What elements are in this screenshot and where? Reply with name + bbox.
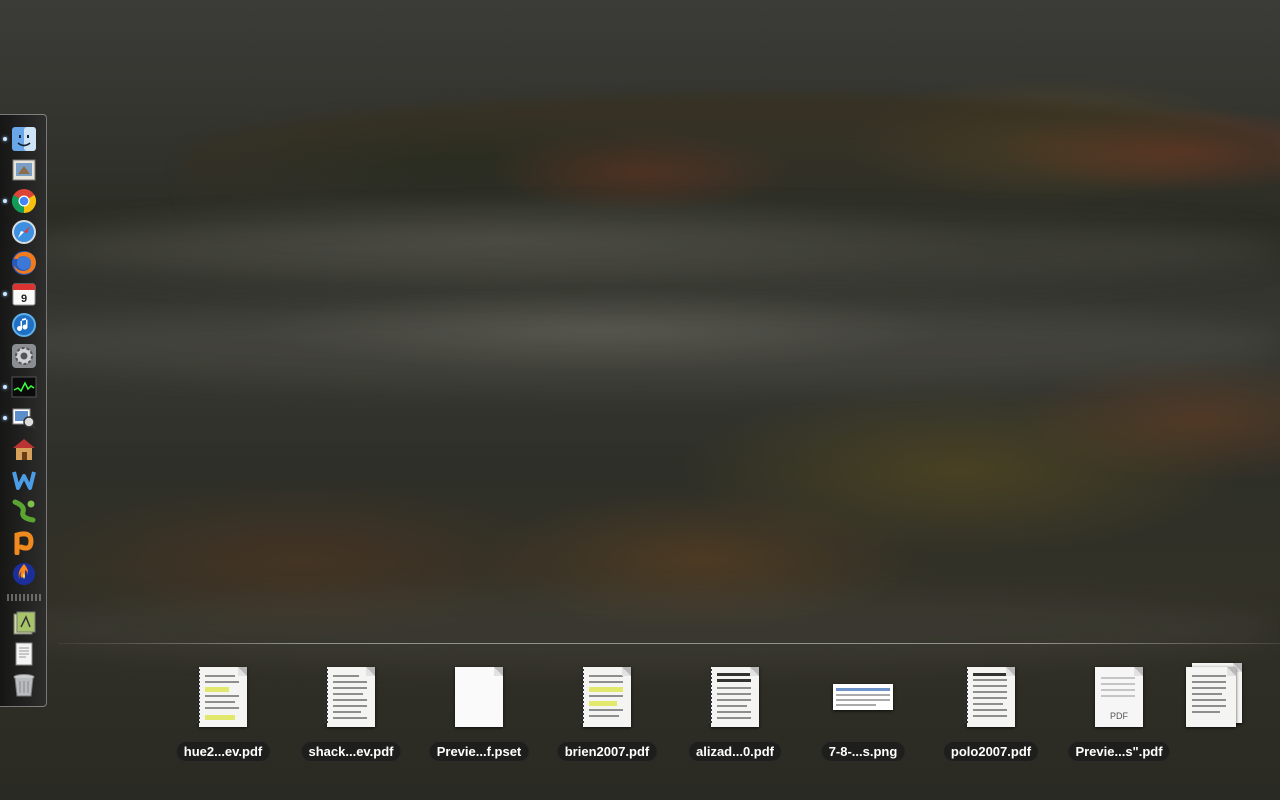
w-app-icon: [12, 471, 36, 490]
dock-item-fire-app[interactable]: [10, 559, 38, 587]
trash-icon: [13, 674, 35, 697]
stack-file-item[interactable]: hue2...ev.pdf: [159, 664, 287, 764]
safari-icon: [12, 220, 36, 244]
chrome-icon: [11, 189, 37, 213]
dock: 9: [0, 114, 47, 707]
pdf-thumbnail-icon: [196, 667, 247, 727]
home-app-icon: [13, 439, 35, 460]
activity-monitor-icon: [11, 376, 37, 398]
dock-item-firefox[interactable]: [10, 249, 38, 277]
p-app-icon: [14, 531, 34, 555]
preview-icon: [12, 159, 36, 181]
blank-document-icon: [455, 667, 503, 727]
applications-stack-icon: [13, 611, 36, 635]
tree-ridge: [180, 95, 1280, 215]
dock-item-itunes[interactable]: [10, 311, 38, 339]
green-app-icon: [12, 499, 36, 523]
file-label: shack...ev.pdf: [300, 741, 402, 762]
dock-item-ical[interactable]: 9: [3, 280, 38, 308]
running-indicator: [3, 292, 7, 296]
itunes-icon: [12, 313, 36, 337]
stack-file-item[interactable]: brien2007.pdf: [543, 664, 671, 764]
vlc-fire-icon: [13, 563, 35, 585]
running-indicator: [3, 137, 7, 141]
stack-file-item[interactable]: 7-8-...s.png: [799, 664, 927, 764]
dock-item-applications-stack[interactable]: [10, 609, 38, 637]
dock-item-home-app[interactable]: [10, 435, 38, 463]
dock-item-activity-monitor[interactable]: [3, 373, 38, 401]
dock-item-w-app[interactable]: [10, 466, 38, 494]
dock-item-preview[interactable]: [10, 156, 38, 184]
dock-separator: [7, 594, 41, 601]
dock-item-green-app[interactable]: [10, 497, 38, 525]
system-preferences-icon: [12, 344, 36, 368]
stack-divider: [58, 643, 1280, 644]
pdf-thumbnail-icon: [580, 667, 631, 727]
dock-item-preview-photos[interactable]: [3, 404, 38, 432]
stack-file-item[interactable]: Previe...f.pset: [415, 664, 543, 764]
stack-file-item[interactable]: PDF Previe...s".pdf: [1055, 664, 1183, 764]
dock-item-system-preferences[interactable]: [10, 342, 38, 370]
pdf-document-icon: PDF: [1095, 667, 1143, 727]
running-indicator: [3, 199, 7, 203]
stack-file-item[interactable]: alizad...0.pdf: [671, 664, 799, 764]
dock-item-chrome[interactable]: [3, 187, 38, 215]
file-label: brien2007.pdf: [556, 741, 658, 762]
png-thumbnail-icon: [833, 684, 893, 710]
finder-icon: [12, 127, 36, 151]
file-label: Previe...s".pdf: [1067, 741, 1171, 762]
file-label: alizad...0.pdf: [687, 741, 783, 762]
firefox-icon: [12, 251, 36, 275]
pdf-thumbnail-icon: [324, 667, 375, 727]
file-label: hue2...ev.pdf: [175, 741, 271, 762]
ical-icon: 9: [12, 283, 36, 306]
dock-item-finder[interactable]: [3, 125, 38, 153]
fog-band: [0, 590, 1280, 670]
pdf-thumbnail-icon: [964, 667, 1015, 727]
fog-band: [0, 300, 1280, 390]
fog-band: [0, 215, 1280, 285]
dock-item-documents-stack[interactable]: [10, 640, 38, 668]
pdf-thumbnail-icon: [708, 667, 759, 727]
pdf-badge-text: PDF: [1110, 711, 1128, 721]
stack-file-item[interactable]: shack...ev.pdf: [287, 664, 415, 764]
file-label: 7-8-...s.png: [820, 741, 906, 762]
dock-item-trash[interactable]: [10, 671, 38, 699]
stack-file-item[interactable]: [1182, 663, 1250, 764]
running-indicator: [3, 385, 7, 389]
file-label: polo2007.pdf: [942, 741, 1040, 762]
ical-date-text: 9: [21, 293, 27, 305]
dock-item-safari[interactable]: [10, 218, 38, 246]
running-indicator: [3, 416, 7, 420]
file-label: Previe...f.pset: [428, 741, 530, 762]
preview-photos-icon: [12, 408, 37, 430]
dock-item-p-app[interactable]: [10, 528, 38, 556]
documents-stack-icon: [15, 642, 33, 666]
stack-file-item[interactable]: polo2007.pdf: [927, 664, 1055, 764]
